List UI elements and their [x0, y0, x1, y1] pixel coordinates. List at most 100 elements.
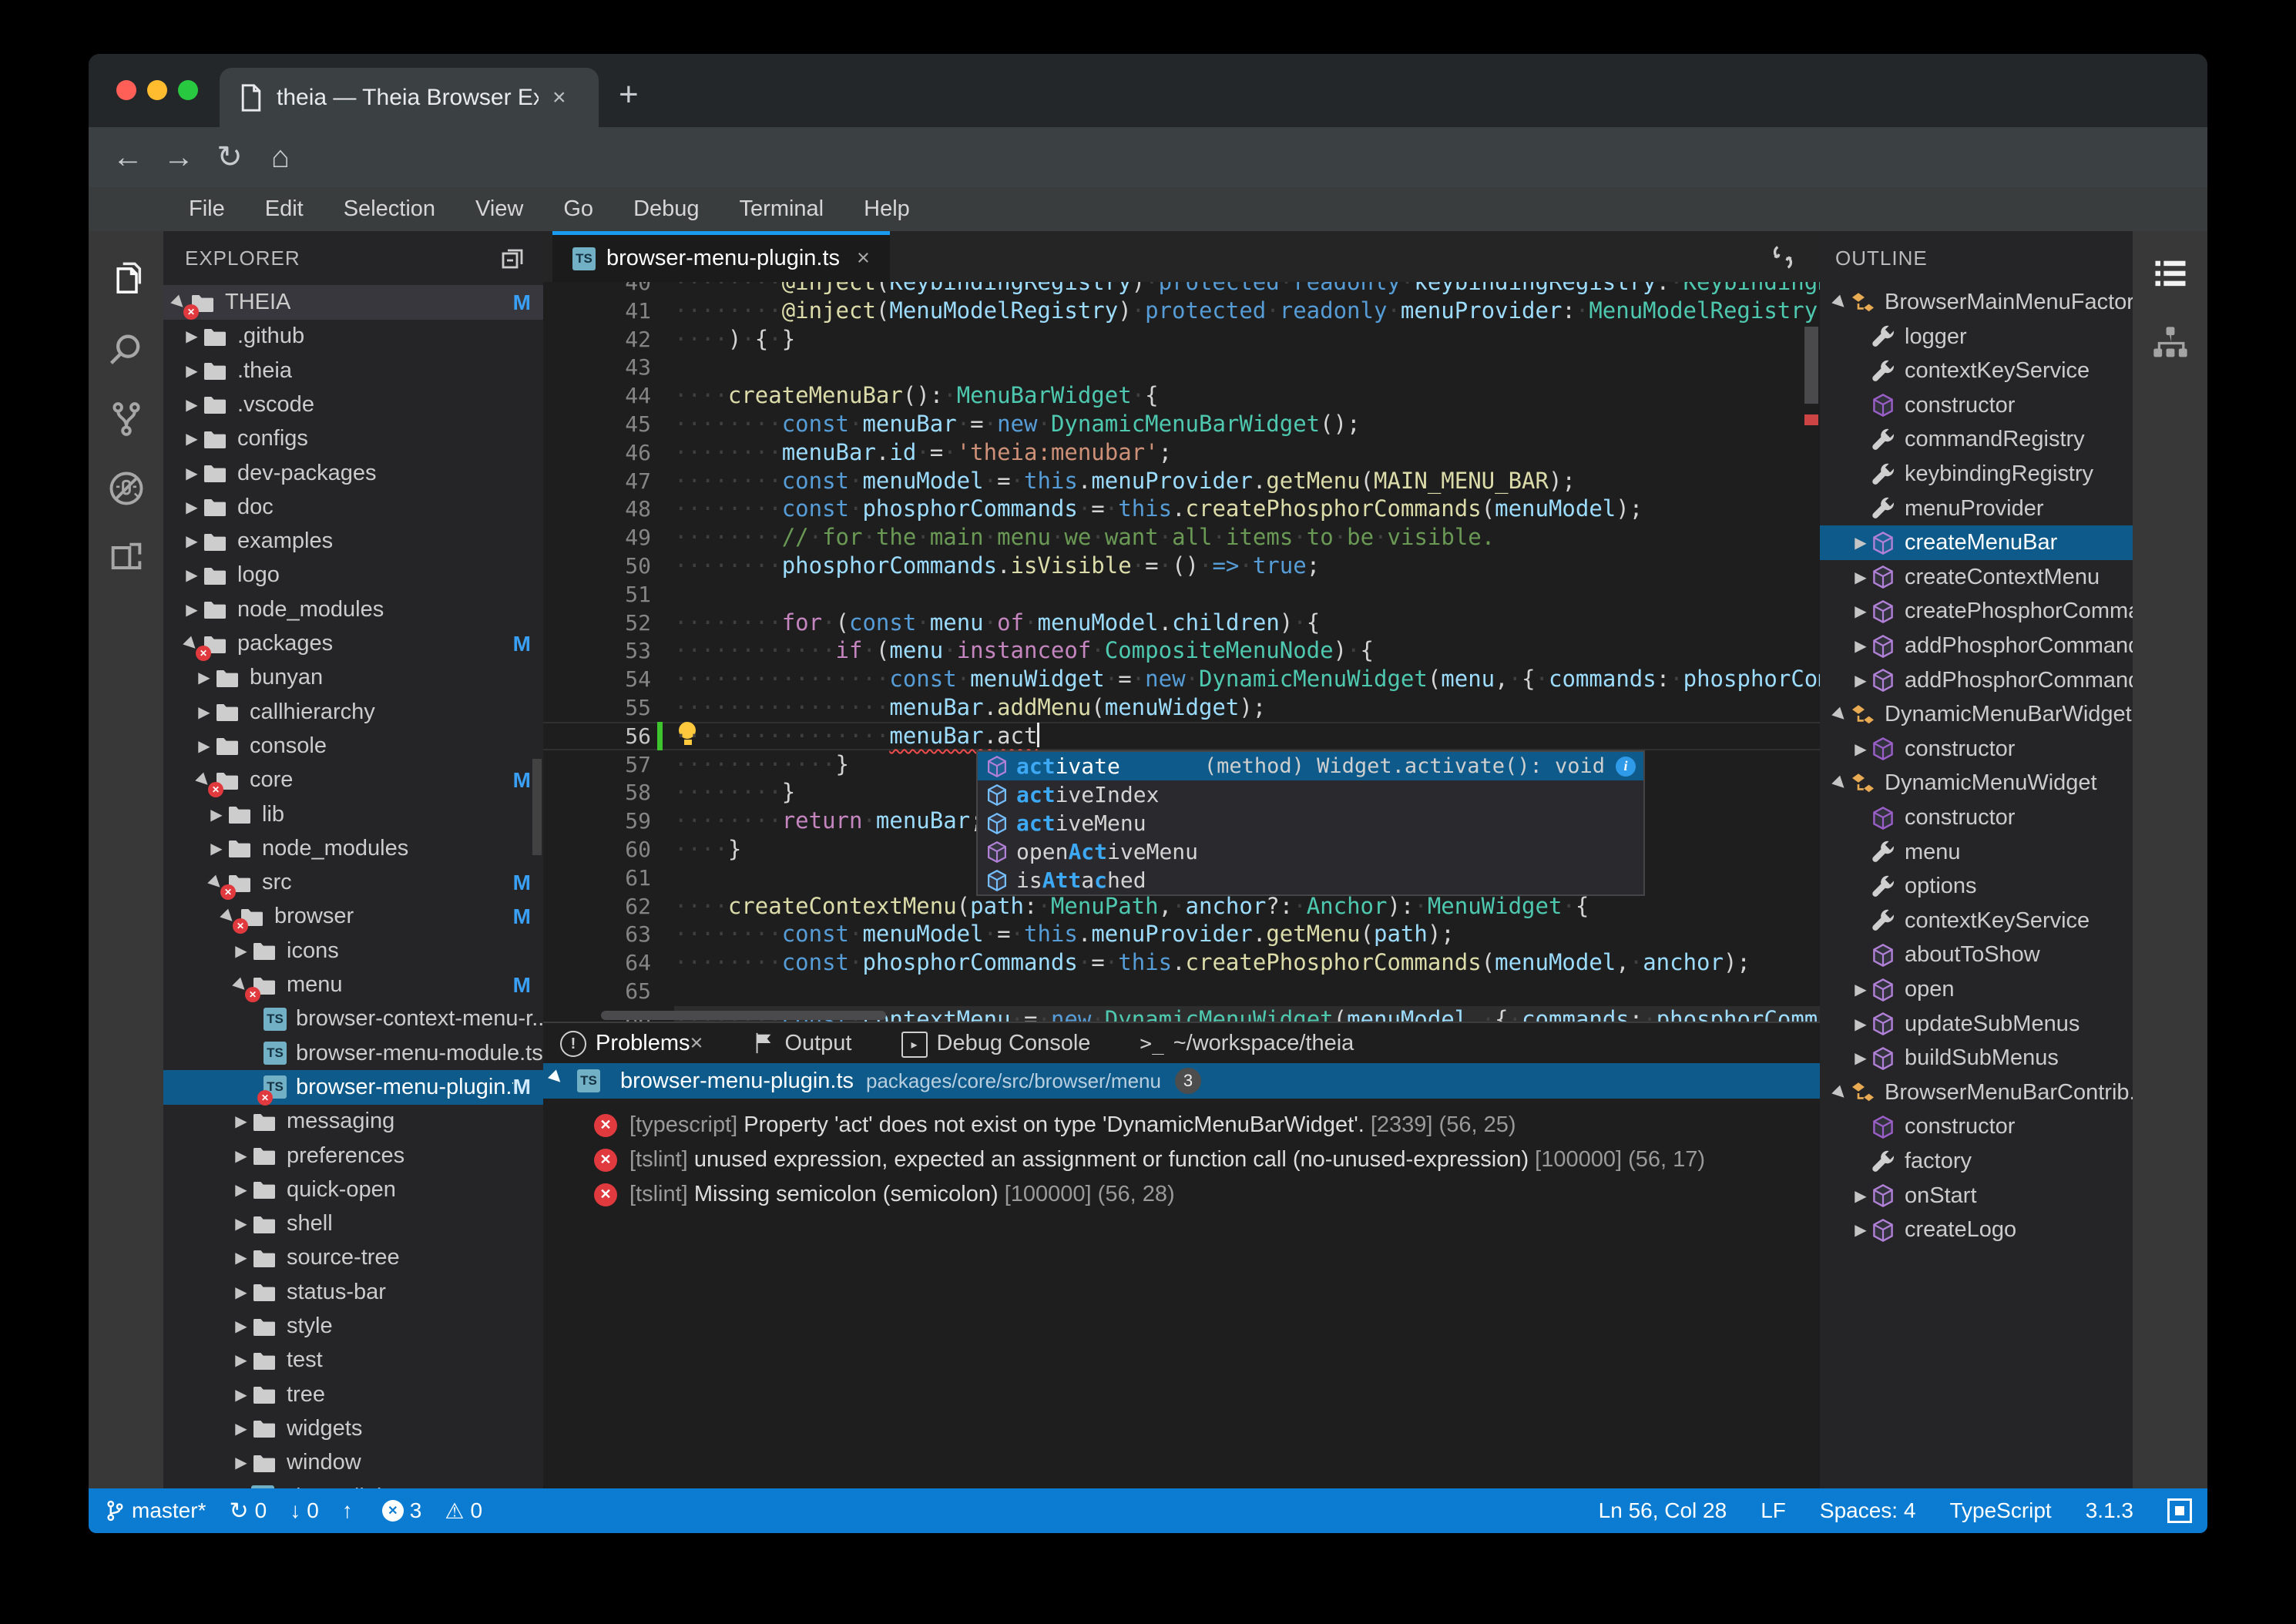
chevron-collapsed-icon[interactable]: ▶: [182, 565, 202, 585]
tree-item[interactable]: ▶ logo: [163, 558, 543, 592]
outline-item[interactable]: ▶ onStart: [1820, 1179, 2133, 1213]
chevron-collapsed-icon[interactable]: ▶: [231, 1351, 251, 1370]
tree-item[interactable]: ▶ dev-packages: [163, 456, 543, 491]
tree-item[interactable]: ▶ widgets: [163, 1411, 543, 1446]
collapse-all-icon[interactable]: [500, 246, 525, 270]
forward-icon[interactable]: →: [153, 140, 204, 175]
chevron-collapsed-icon[interactable]: ▶: [231, 1419, 251, 1438]
autocomplete-popup[interactable]: activate (method) Widget.activate(): void…: [976, 750, 1645, 896]
tree-item[interactable]: TS browser-context-menu-r...: [163, 1002, 543, 1036]
chevron-expanded-icon[interactable]: ▶: [546, 1066, 576, 1096]
chevron-collapsed-icon[interactable]: ▶: [194, 703, 214, 722]
tree-item[interactable]: ▶ source-tree: [163, 1240, 543, 1275]
tree-item[interactable]: ▶ ✕ THEIA M: [163, 285, 543, 320]
tree-item[interactable]: ▶ ✕ browser M: [163, 899, 543, 934]
outline-list-icon[interactable]: [2150, 254, 2190, 294]
outline-item[interactable]: aboutToShow: [1820, 938, 2133, 972]
autocomplete-item[interactable]: activeIndex: [978, 780, 1643, 809]
chevron-collapsed-icon[interactable]: ▶: [231, 1248, 251, 1267]
debug-disabled-icon[interactable]: [106, 468, 146, 508]
ts-version[interactable]: 3.1.3: [2086, 1498, 2133, 1523]
chevron-collapsed-icon[interactable]: ▶: [231, 1283, 251, 1302]
chevron-collapsed-icon[interactable]: ▶: [1851, 568, 1871, 587]
outline-item[interactable]: ▶ BrowserMenuBarContrib...: [1820, 1075, 2133, 1110]
tree-item[interactable]: ▶ node_modules: [163, 831, 543, 866]
chevron-collapsed-icon[interactable]: ▶: [182, 600, 202, 619]
tree-item[interactable]: TS ✕ browser-menu-plugin.ts M: [163, 1069, 543, 1106]
outline-item[interactable]: logger: [1820, 320, 2133, 354]
outline-item[interactable]: ▶ createPhosphorComma...: [1820, 594, 2133, 629]
tree-item[interactable]: ▶ node_modules: [163, 592, 543, 627]
menu-item-file[interactable]: File: [189, 196, 225, 222]
zoom-window-button[interactable]: [178, 80, 198, 100]
chevron-collapsed-icon[interactable]: ▶: [182, 429, 202, 448]
outline-item[interactable]: ▶ DynamicMenuWidget: [1820, 766, 2133, 800]
tree-item[interactable]: ▶ examples: [163, 524, 543, 559]
menu-item-view[interactable]: View: [475, 196, 523, 222]
chevron-collapsed-icon[interactable]: ▶: [182, 361, 202, 381]
outline-item[interactable]: contextKeyService: [1820, 904, 2133, 938]
tree-item[interactable]: ▶ style: [163, 1309, 543, 1344]
cursor-position[interactable]: Ln 56, Col 28: [1599, 1498, 1727, 1523]
chevron-collapsed-icon[interactable]: ▶: [1851, 1015, 1871, 1034]
close-panel-icon[interactable]: ×: [690, 1031, 703, 1056]
outline-item[interactable]: commandRegistry: [1820, 422, 2133, 457]
autocomplete-item[interactable]: isAttached: [978, 866, 1643, 894]
tree-item[interactable]: ▶ ✕ menu M: [163, 968, 543, 1002]
outline-item[interactable]: ▶ createContextMenu: [1820, 560, 2133, 595]
tree-item[interactable]: ▶ doc: [163, 490, 543, 525]
outline-item[interactable]: factory: [1820, 1144, 2133, 1179]
outline-item[interactable]: ▶ createMenuBar: [1820, 525, 2133, 561]
problem-row[interactable]: ✕ [typescript] Property 'act' does not ex…: [594, 1108, 1820, 1143]
chevron-collapsed-icon[interactable]: ▶: [1851, 602, 1871, 621]
tree-item[interactable]: ▶ shell: [163, 1206, 543, 1241]
chevron-collapsed-icon[interactable]: ▶: [1851, 533, 1871, 552]
tree-item[interactable]: ▶ lib: [163, 797, 543, 832]
menu-item-terminal[interactable]: Terminal: [740, 196, 824, 222]
close-editor-icon[interactable]: ×: [857, 246, 870, 271]
outline-item[interactable]: ▶ BrowserMainMenuFactory: [1820, 285, 2133, 320]
browser-tab[interactable]: theia — Theia Browser Example ×: [220, 68, 599, 127]
chevron-collapsed-icon[interactable]: ▶: [182, 532, 202, 551]
chevron-collapsed-icon[interactable]: ▶: [206, 805, 227, 824]
outline-item[interactable]: ▶ addPhosphorCommand: [1820, 663, 2133, 698]
menu-item-debug[interactable]: Debug: [633, 196, 699, 222]
toggle-split-icon[interactable]: [1767, 242, 1798, 273]
tree-item[interactable]: ▶ bunyan: [163, 660, 543, 695]
tree-item[interactable]: ▶ ✕ core M: [163, 763, 543, 797]
new-tab-button[interactable]: +: [619, 75, 639, 114]
editor-tab[interactable]: TS browser-menu-plugin.ts ×: [552, 231, 890, 282]
outline-item[interactable]: menu: [1820, 835, 2133, 870]
tree-item[interactable]: ▶ status-bar: [163, 1275, 543, 1310]
info-icon[interactable]: i: [1616, 756, 1636, 777]
problem-row[interactable]: ✕ [tslint] unused expression, expected an…: [594, 1143, 1820, 1177]
chevron-collapsed-icon[interactable]: ▶: [231, 1385, 251, 1404]
eol-indicator[interactable]: LF: [1761, 1498, 1786, 1523]
outline-item[interactable]: constructor: [1820, 388, 2133, 423]
outline-item[interactable]: contextKeyService: [1820, 354, 2133, 388]
chevron-collapsed-icon[interactable]: ▶: [231, 1112, 251, 1131]
home-icon[interactable]: ⌂: [255, 140, 306, 175]
editor-hscrollbar[interactable]: [601, 1011, 886, 1020]
chevron-collapsed-icon[interactable]: ▶: [194, 737, 214, 756]
chevron-collapsed-icon[interactable]: ▶: [1851, 1049, 1871, 1068]
tree-item[interactable]: ▶ .vscode: [163, 388, 543, 422]
tree-item[interactable]: TSabout-dialog.ts: [163, 1480, 543, 1488]
outline-item[interactable]: ▶ constructor: [1820, 732, 2133, 767]
tree-item[interactable]: ▶ preferences: [163, 1139, 543, 1173]
chevron-collapsed-icon[interactable]: ▶: [1851, 1220, 1871, 1240]
tree-item[interactable]: ▶ configs: [163, 421, 543, 456]
chevron-collapsed-icon[interactable]: ▶: [1851, 1186, 1871, 1206]
tree-item[interactable]: ▶ icons: [163, 934, 543, 968]
chevron-collapsed-icon[interactable]: ▶: [194, 668, 214, 687]
chevron-collapsed-icon[interactable]: ▶: [231, 1453, 251, 1472]
tree-item[interactable]: ▶ ✕ src M: [163, 865, 543, 900]
back-icon[interactable]: ←: [102, 140, 153, 175]
editor-scrollbar[interactable]: [1803, 282, 1820, 1022]
chevron-collapsed-icon[interactable]: ▶: [231, 941, 251, 961]
reload-icon[interactable]: ↻: [204, 139, 255, 175]
panel-tab-debug-console[interactable]: ▸ Debug Console: [901, 1029, 1090, 1058]
chevron-collapsed-icon[interactable]: ▶: [1851, 740, 1871, 759]
outline-item[interactable]: constructor: [1820, 800, 2133, 835]
minimize-window-button[interactable]: [147, 80, 167, 100]
